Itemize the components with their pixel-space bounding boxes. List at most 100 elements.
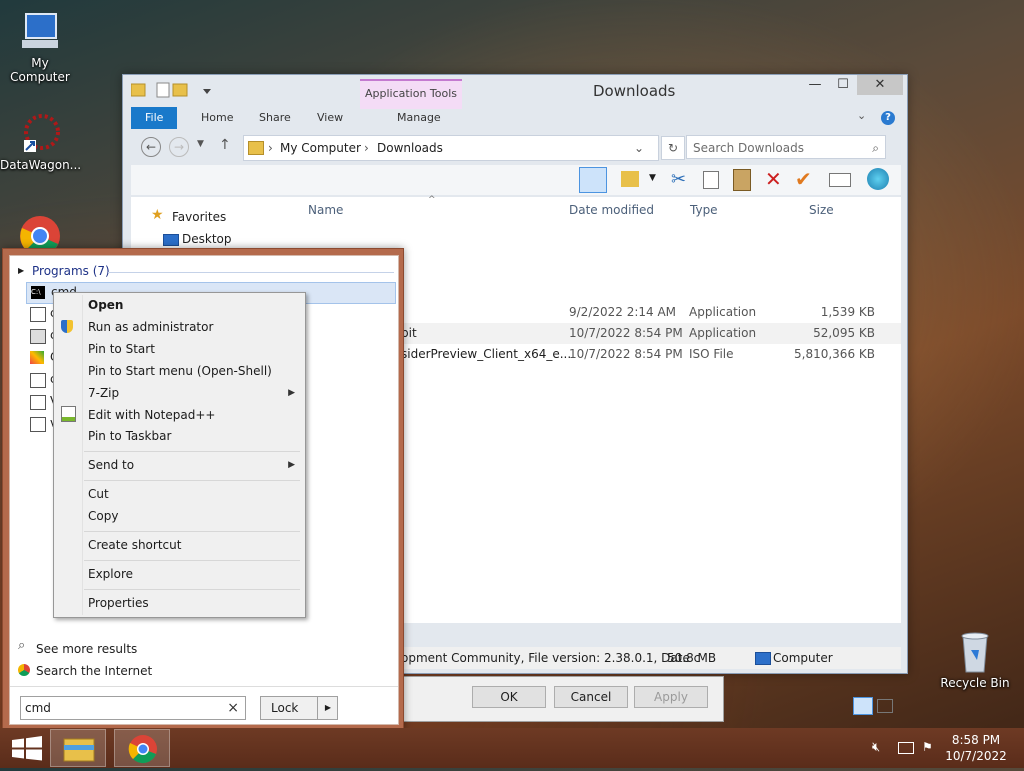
paste-icon[interactable] xyxy=(733,169,751,191)
sidebar-item-desktop[interactable]: Desktop xyxy=(182,232,232,246)
minimize-button[interactable]: — xyxy=(801,75,829,95)
menu-item-pin-to-start[interactable]: Pin to Start xyxy=(88,342,155,356)
preview-pane-icon[interactable] xyxy=(579,167,607,193)
tab-manage[interactable]: Manage xyxy=(383,107,455,129)
column-header-name[interactable]: Name xyxy=(308,203,343,217)
tab-view[interactable]: View xyxy=(303,107,357,129)
taskbar-chrome-button[interactable] xyxy=(114,729,170,767)
clear-icon[interactable]: × xyxy=(227,697,239,719)
search-icon: ⌕ xyxy=(18,638,26,653)
start-search-input[interactable]: cmd × xyxy=(20,696,246,720)
menu-item-pin-open-shell[interactable]: Pin to Start menu (Open-Shell) xyxy=(88,364,272,378)
large-icons-view-icon[interactable] xyxy=(877,699,893,713)
toolbar: ▼ ✂ ✕ ✔ xyxy=(131,165,901,195)
cancel-button[interactable]: Cancel xyxy=(554,686,628,708)
chrome-icon xyxy=(128,735,157,764)
forward-icon[interactable]: → xyxy=(169,137,189,157)
lock-button[interactable]: Lock ▶ xyxy=(260,696,338,720)
icon-column-divider xyxy=(82,295,83,615)
ok-button[interactable]: OK xyxy=(472,686,546,708)
menu-item-send-to[interactable]: Send to xyxy=(88,458,134,472)
desktop-icon-my-computer[interactable]: My Computer xyxy=(0,10,80,84)
menu-item-open[interactable]: Open xyxy=(88,298,123,312)
chevron-down-icon[interactable]: ⌄ xyxy=(634,136,644,160)
menu-separator xyxy=(84,451,300,452)
chevron-down-icon[interactable]: ▼ xyxy=(649,173,656,183)
recycle-bin-icon xyxy=(953,630,997,674)
favorites-label[interactable]: Favorites xyxy=(172,210,226,224)
see-more-results-link[interactable]: See more results xyxy=(36,642,137,656)
start-button[interactable] xyxy=(0,729,56,767)
column-header-date[interactable]: Date modified xyxy=(569,203,654,217)
submenu-arrow-icon: ▶ xyxy=(288,460,295,470)
menu-item-create-shortcut[interactable]: Create shortcut xyxy=(88,538,181,552)
menu-separator xyxy=(84,480,300,481)
tab-share[interactable]: Share xyxy=(245,107,305,129)
breadcrumb-downloads[interactable]: Downloads xyxy=(377,136,443,160)
context-menu: Open Run as administrator Pin to Start P… xyxy=(53,292,306,618)
menu-item-run-as-admin[interactable]: Run as administrator xyxy=(88,320,213,334)
desktop-icon-datawagon[interactable]: DataWagon... xyxy=(0,112,81,172)
menu-item-properties[interactable]: Properties xyxy=(88,596,149,610)
system-clock[interactable]: 8:58 PM 10/7/2022 xyxy=(936,732,1016,764)
menu-item-copy[interactable]: Copy xyxy=(88,509,118,523)
column-header-size[interactable]: Size xyxy=(809,203,834,217)
quick-access-toolbar[interactable] xyxy=(130,81,223,99)
flag-icon[interactable]: ⚑ xyxy=(922,740,933,754)
ribbon-tabs: File Home Share View Manage ⌄ ? xyxy=(131,107,907,129)
volume-muted-icon[interactable]: 🔇︎ xyxy=(872,740,880,755)
network-icon[interactable] xyxy=(898,742,914,754)
copy-icon[interactable] xyxy=(703,171,719,189)
ribbon-collapse-icon[interactable]: ⌄ xyxy=(857,109,866,122)
taskbar-explorer-button[interactable] xyxy=(50,729,106,767)
window-icon xyxy=(30,417,46,432)
desktop-icon-label: My Computer xyxy=(10,56,70,84)
up-icon[interactable]: ↑ xyxy=(219,137,231,153)
star-icon: ★ xyxy=(151,207,164,223)
apply-button[interactable]: Apply xyxy=(634,686,708,708)
lock-label: Lock xyxy=(271,701,299,715)
address-bar-row: ← → ▼ ↑ › My Computer › Downloads ⌄ ↻ Se… xyxy=(131,135,901,163)
checkmark-icon[interactable]: ✔ xyxy=(795,167,812,191)
window-icon xyxy=(30,395,46,410)
status-details: opment Community, File version: 2.38.0.1… xyxy=(401,651,701,665)
desktop-folder-icon xyxy=(163,234,179,246)
back-icon[interactable]: ← xyxy=(141,137,161,157)
cut-icon[interactable]: ✂ xyxy=(671,169,686,190)
open-shell-icon[interactable] xyxy=(867,168,889,190)
address-box[interactable]: › My Computer › Downloads ⌄ xyxy=(243,135,659,161)
menu-item-explore[interactable]: Explore xyxy=(88,567,133,581)
rename-icon[interactable] xyxy=(829,173,851,187)
search-internet-link[interactable]: Search the Internet xyxy=(36,664,152,678)
title-bar[interactable]: Application Tools Downloads — ☐ ✕ xyxy=(123,75,907,109)
tab-file[interactable]: File xyxy=(131,107,178,129)
breadcrumb-my-computer[interactable]: My Computer xyxy=(280,136,361,160)
chevron-right-icon[interactable]: ▶ xyxy=(317,697,338,719)
clock-date: 10/7/2022 xyxy=(945,749,1007,763)
column-header-type[interactable]: Type xyxy=(690,203,718,217)
maximize-button[interactable]: ☐ xyxy=(829,75,857,95)
sort-arrow-icon: ^ xyxy=(428,195,436,205)
help-icon[interactable]: ? xyxy=(881,111,895,125)
refresh-icon[interactable]: ↻ xyxy=(661,136,685,160)
close-button[interactable]: ✕ xyxy=(857,75,903,95)
menu-item-edit-notepad[interactable]: Edit with Notepad++ xyxy=(88,408,215,422)
expand-arrow-icon[interactable]: ▶ xyxy=(18,266,24,275)
window-icon xyxy=(30,307,46,322)
folder-check-icon[interactable] xyxy=(621,171,639,187)
clock-time: 8:58 PM xyxy=(951,733,1001,747)
details-view-icon[interactable] xyxy=(853,697,873,715)
search-input[interactable]: Search Downloads ⌕ xyxy=(686,135,886,159)
search-placeholder: Search Downloads xyxy=(693,141,804,155)
datawagon-icon xyxy=(18,112,62,156)
file-size: 5,810,366 KB xyxy=(794,347,875,361)
menu-item-pin-taskbar[interactable]: Pin to Taskbar xyxy=(88,429,171,443)
menu-item-7zip[interactable]: 7-Zip xyxy=(88,386,119,400)
menu-item-cut[interactable]: Cut xyxy=(88,487,109,501)
file-explorer-icon xyxy=(63,738,95,762)
programs-header[interactable]: Programs (7) xyxy=(32,264,110,278)
tab-home[interactable]: Home xyxy=(187,107,247,129)
recent-locations-icon[interactable]: ▼ xyxy=(197,139,204,149)
delete-icon[interactable]: ✕ xyxy=(765,167,782,191)
desktop-icon-recycle-bin[interactable]: Recycle Bin xyxy=(935,630,1015,690)
